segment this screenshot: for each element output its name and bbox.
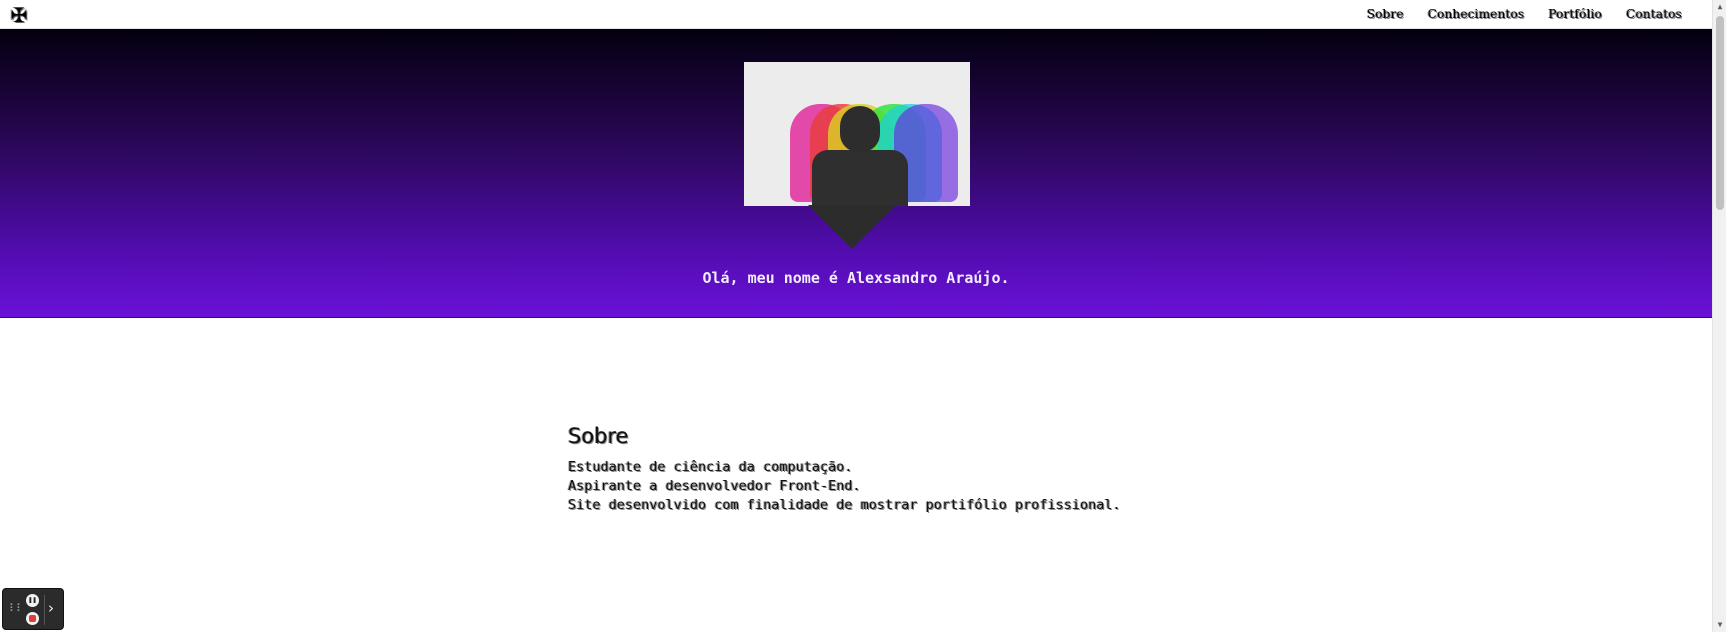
about-section: Sobre Estudante de ciência da computação… (568, 424, 1268, 515)
nav-link-portfolio[interactable]: Portfólio (1548, 7, 1602, 21)
main-nav: Sobre Conhecimentos Portfólio Contatos (1367, 7, 1682, 21)
about-line: Estudante de ciência da computação. (568, 459, 853, 475)
profile-photo (744, 62, 970, 206)
scrollbar-thumb[interactable] (1716, 16, 1724, 210)
drag-handle-icon[interactable]: ⠇⠇ (9, 603, 24, 614)
logo-icon[interactable]: ✠ (6, 3, 32, 27)
about-title: Sobre (568, 424, 629, 448)
recording-widget: ⠇⠇ ❚❚ › (2, 588, 64, 630)
person-head (840, 106, 880, 152)
scroll-up-icon[interactable]: ▲ (1713, 0, 1726, 14)
stop-icon[interactable] (26, 612, 39, 625)
person-body (812, 150, 908, 206)
nav-link-sobre[interactable]: Sobre (1367, 7, 1404, 21)
page-scrollbar[interactable]: ▲ ▼ (1712, 0, 1726, 632)
nav-link-contatos[interactable]: Contatos (1626, 7, 1682, 21)
divider (44, 595, 45, 625)
pause-icon[interactable]: ❚❚ (26, 594, 39, 607)
hero-section: Olá, meu nome é Alexsandro Araújo. (0, 29, 1712, 318)
hero-greeting: Olá, meu nome é Alexsandro Araújo. (702, 269, 1010, 287)
scroll-down-icon[interactable]: ▼ (1713, 618, 1726, 632)
chevron-right-icon[interactable]: › (48, 599, 54, 617)
photo-pointer-shape (808, 205, 896, 249)
about-line: Aspirante a desenvolvedor Front-End. (568, 478, 861, 494)
about-line: Site desenvolvido com finalidade de most… (568, 497, 1121, 513)
nav-link-conhecimentos[interactable]: Conhecimentos (1428, 7, 1525, 21)
top-navigation-bar: ✠ Sobre Conhecimentos Portfólio Contatos (0, 0, 1712, 29)
